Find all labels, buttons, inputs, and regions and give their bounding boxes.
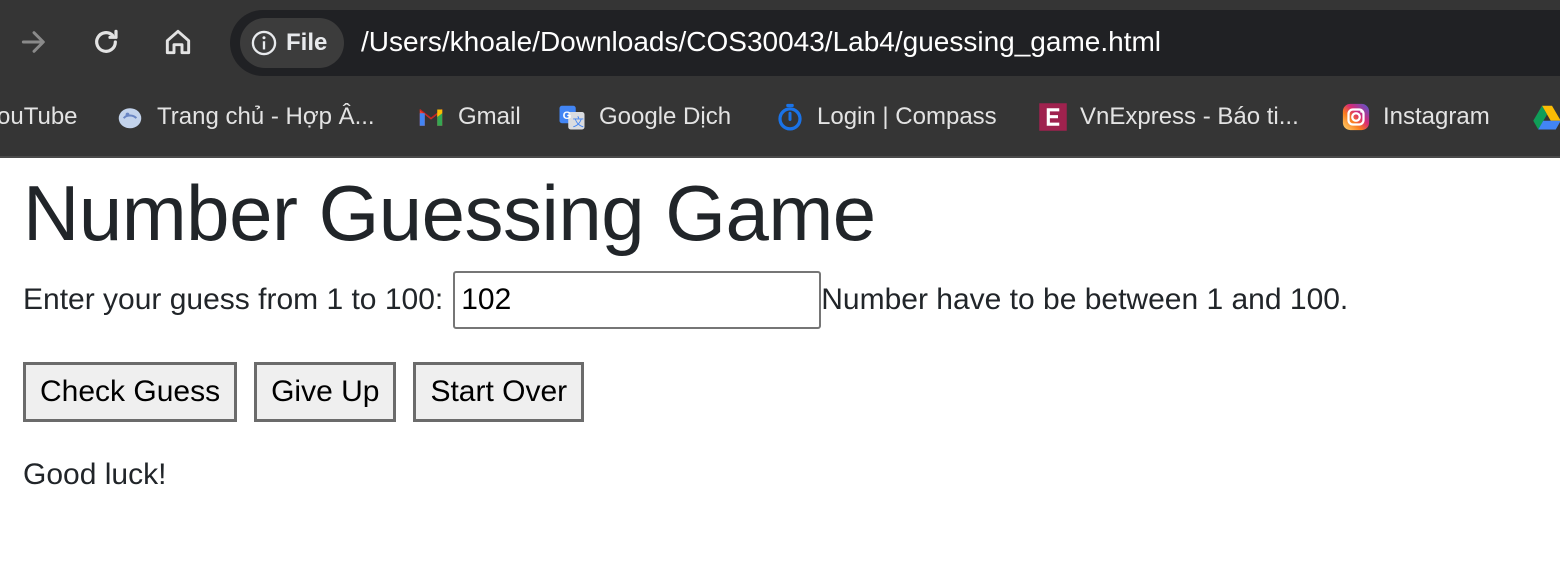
bookmark-vnexpress[interactable]: VnExpress - Báo ti...: [1038, 98, 1299, 136]
forward-button[interactable]: [12, 20, 56, 64]
browser-chrome: File /Users/khoale/Downloads/COS30043/La…: [0, 0, 1560, 158]
svg-text:文: 文: [573, 115, 584, 129]
site-chip-label: File: [286, 29, 328, 56]
bookmark-label: ouTube: [0, 103, 78, 130]
check-guess-button[interactable]: Check Guess: [23, 362, 238, 422]
bookmark-instagram[interactable]: Instagram: [1341, 98, 1490, 136]
guess-row: Enter your guess from 1 to 100: Number h…: [23, 270, 1348, 330]
google-drive-icon: [1532, 102, 1560, 132]
button-row: Check Guess Give Up Start Over: [23, 362, 601, 422]
home-icon: [165, 29, 191, 55]
bookmark-label: Trang chủ - Hợp Â...: [157, 103, 375, 130]
bookmark-label: VnExpress - Báo ti...: [1080, 103, 1299, 130]
validation-message: Number have to be between 1 and 100.: [821, 283, 1349, 316]
gmail-icon: [416, 102, 446, 132]
bookmarks-bar: ouTube Trang chủ - Hợp Â... Gmail G文 Goo…: [0, 88, 1560, 146]
page-content: Number Guessing Game Enter your guess fr…: [0, 158, 1560, 566]
guess-input[interactable]: [453, 271, 822, 329]
compass-icon: [775, 102, 805, 132]
url-text[interactable]: /Users/khoale/Downloads/COS30043/Lab4/gu…: [361, 26, 1161, 58]
home-button[interactable]: [156, 20, 200, 64]
bookmark-label: Login | Compass: [817, 103, 997, 130]
reload-button[interactable]: [84, 20, 128, 64]
reload-icon: [95, 29, 118, 53]
bookmark-google-translate[interactable]: G文 Google Dịch: [557, 98, 731, 136]
instagram-icon: [1341, 102, 1371, 132]
guess-label: Enter your guess from 1 to 100:: [23, 283, 444, 316]
info-icon: [251, 30, 277, 56]
start-over-button[interactable]: Start Over: [413, 362, 585, 422]
google-translate-icon: G文: [557, 102, 587, 132]
address-bar[interactable]: File /Users/khoale/Downloads/COS30043/La…: [230, 10, 1560, 76]
forward-arrow-icon: [21, 31, 45, 53]
globe-icon: [115, 102, 145, 132]
page-title: Number Guessing Game: [23, 169, 876, 257]
svg-text:G: G: [563, 110, 572, 122]
bookmark-google-drive[interactable]: [1532, 98, 1560, 136]
give-up-button[interactable]: Give Up: [254, 362, 397, 422]
status-message: Good luck!: [23, 458, 167, 491]
bookmark-label: Gmail: [458, 103, 521, 130]
bookmark-youtube[interactable]: ouTube: [0, 98, 78, 136]
bookmark-gmail[interactable]: Gmail: [416, 98, 521, 136]
browser-toolbar: File /Users/khoale/Downloads/COS30043/La…: [0, 0, 1560, 84]
site-info-chip[interactable]: File: [240, 18, 344, 68]
bookmark-trang-chu[interactable]: Trang chủ - Hợp Â...: [115, 98, 375, 136]
bookmark-label: Instagram: [1383, 103, 1490, 130]
vnexpress-icon: [1038, 102, 1068, 132]
bookmark-compass[interactable]: Login | Compass: [775, 98, 997, 136]
bookmark-label: Google Dịch: [599, 103, 732, 130]
